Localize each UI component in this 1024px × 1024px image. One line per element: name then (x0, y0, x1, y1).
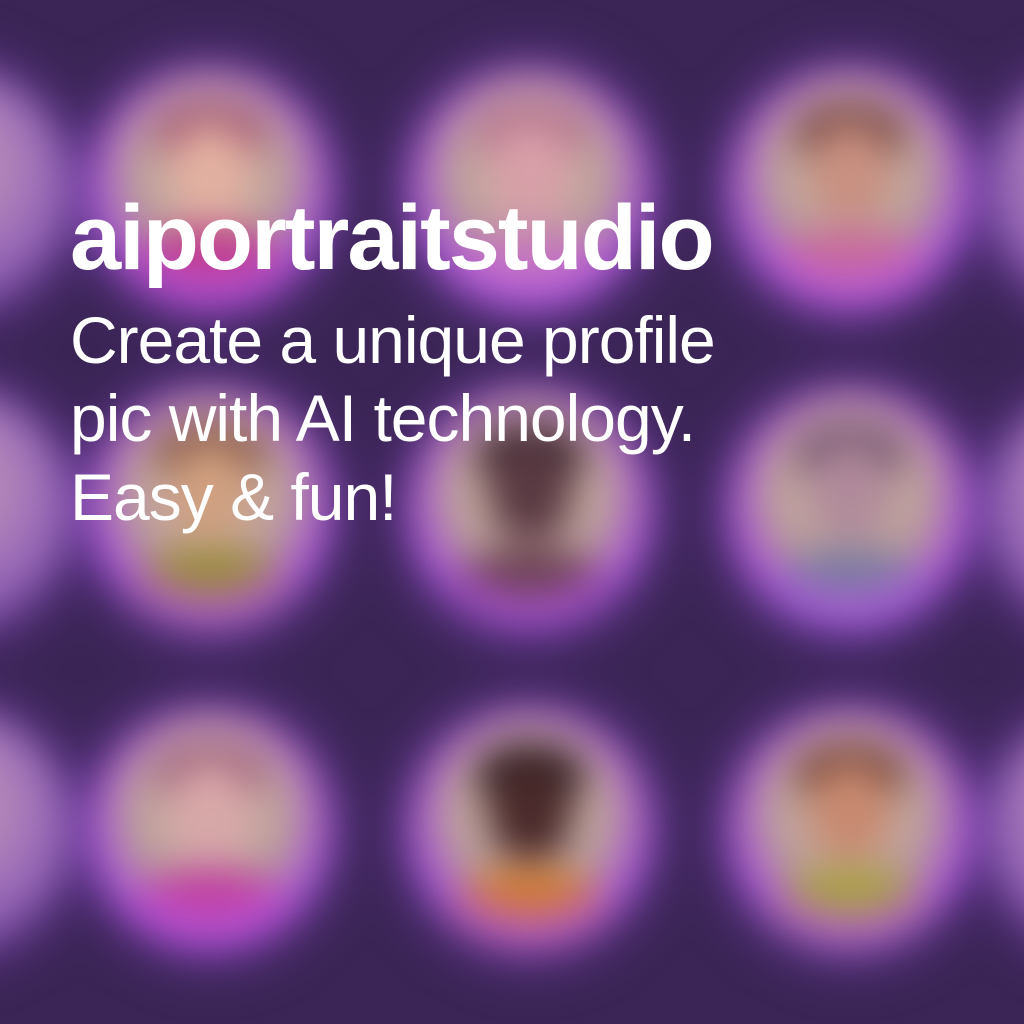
promo-banner: aiportraitstudio Create a unique profile… (0, 0, 1024, 1024)
portrait-avatar-partial (990, 710, 1024, 950)
brand-wordmark: aiportraitstudio (70, 187, 715, 289)
tagline-line-3: Easy & fun! (70, 459, 398, 534)
portrait-avatar (90, 710, 330, 950)
tagline-line-2: pic with AI technology. (70, 381, 696, 456)
portrait-avatar (410, 710, 650, 950)
portrait-avatar-partial (990, 390, 1024, 630)
portrait-avatar-partial (990, 70, 1024, 310)
portrait-avatar-partial (0, 390, 70, 630)
portrait-avatar-partial (0, 70, 70, 310)
portrait-avatar-partial (0, 710, 70, 950)
hero-text: aiportraitstudio Create a unique profile… (70, 190, 970, 536)
tagline-line-1: Create a unique profile (70, 302, 716, 377)
tagline: Create a unique profile pic with AI tech… (70, 301, 930, 537)
portrait-avatar (730, 710, 970, 950)
